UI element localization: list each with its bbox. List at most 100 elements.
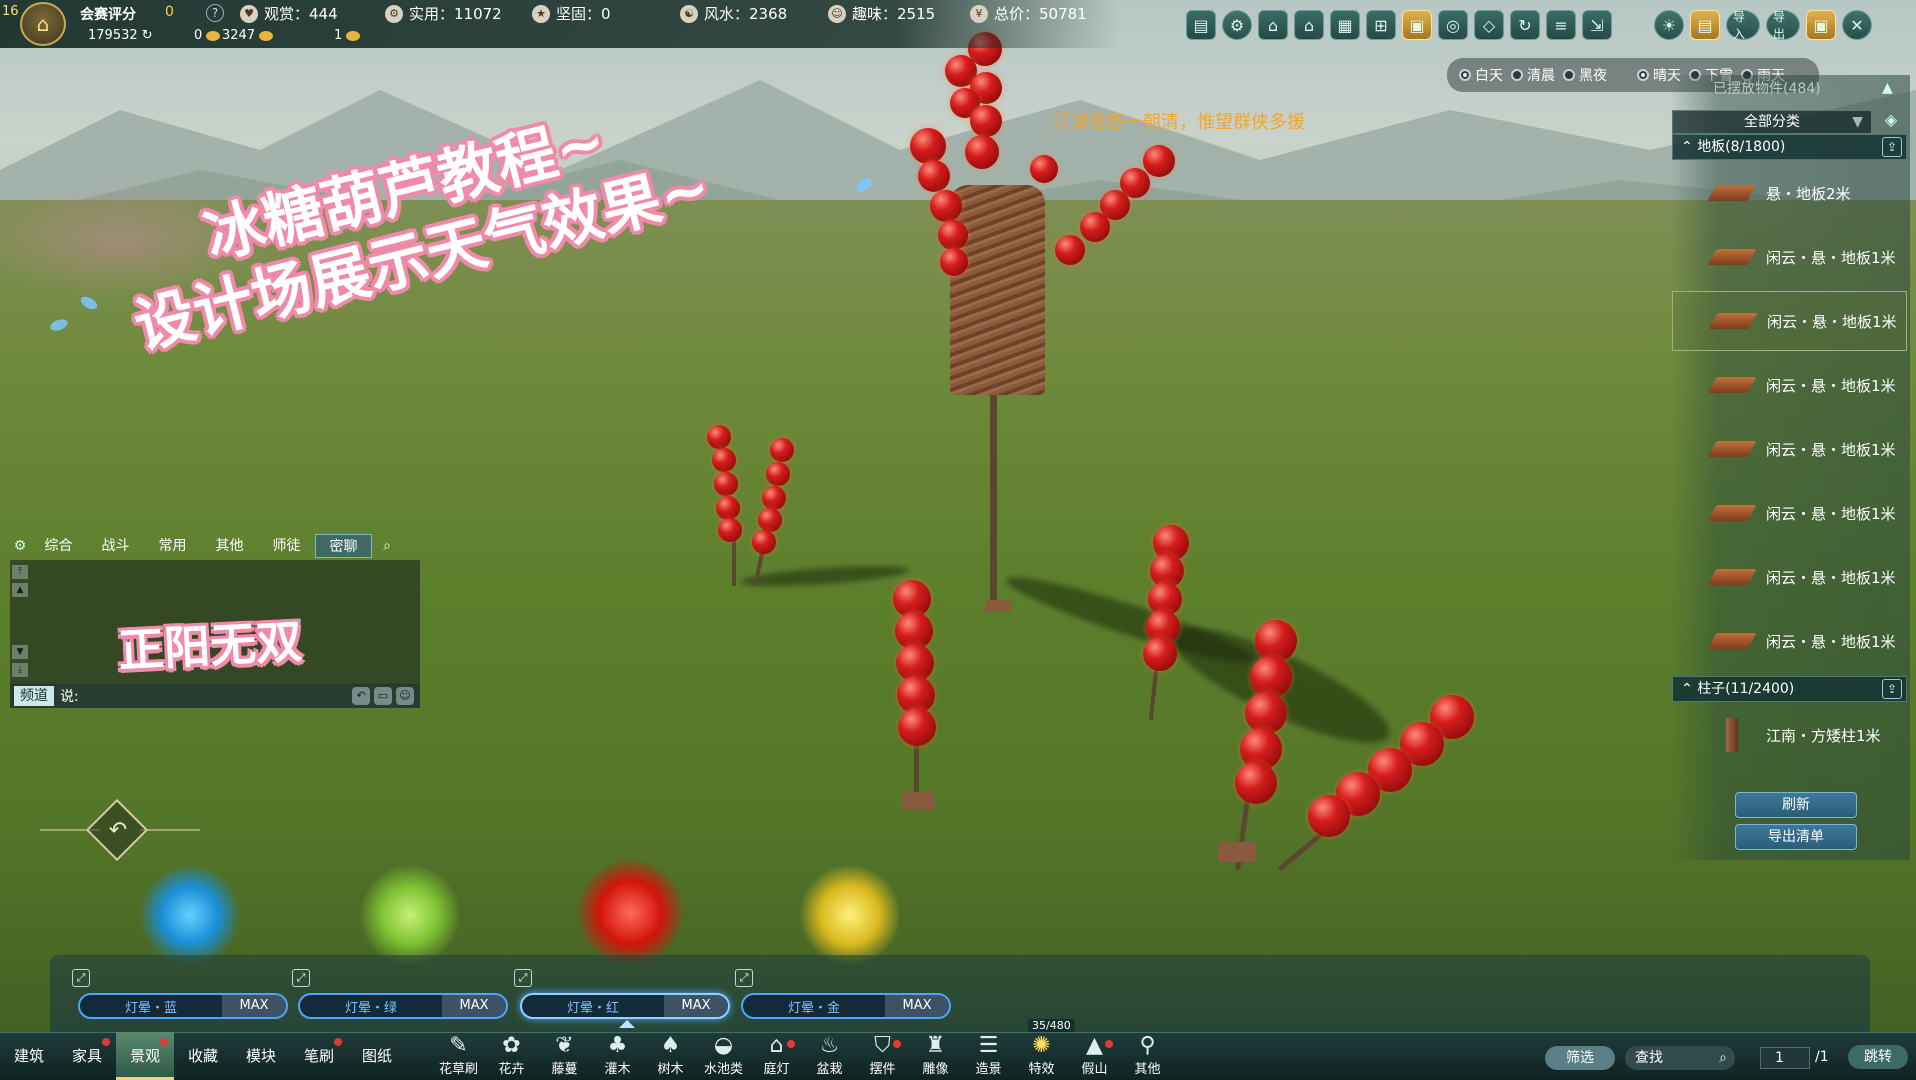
tab-modules[interactable]: 模块	[232, 1032, 290, 1080]
subcat-ponds[interactable]: ◒ 水池类	[697, 1032, 750, 1080]
subcat-trees[interactable]: ♠ 树木	[644, 1032, 697, 1080]
storage-icon[interactable]: ▣	[1402, 10, 1432, 40]
list-item[interactable]: 闲云・悬・地板1米	[1672, 355, 1907, 415]
export-button[interactable]: 导出	[1766, 10, 1800, 41]
house-icon[interactable]: ⌂	[1294, 10, 1324, 40]
exit-icon[interactable]: ⇲	[1582, 10, 1612, 40]
category-select[interactable]: 全部分类 ▼	[1672, 110, 1872, 134]
group-header-floor[interactable]: ⌃ 地板(8/1800) ⇪	[1672, 134, 1907, 160]
keyboard-icon[interactable]: ▭	[374, 687, 392, 705]
subcat-shrubs[interactable]: ♣ 灌木	[591, 1032, 644, 1080]
list-icon[interactable]: ≡	[1546, 10, 1576, 40]
subcat-vines[interactable]: ❦ 藤蔓	[538, 1032, 591, 1080]
upload-icon[interactable]: ⇪	[1882, 137, 1902, 157]
tab-common[interactable]: 常用	[144, 534, 201, 558]
undo-arrow-icon[interactable]: ↶	[104, 817, 132, 845]
tab-landscape[interactable]: 景观	[116, 1032, 174, 1080]
export-list-button[interactable]: 导出清单	[1735, 824, 1857, 850]
emoji-icon[interactable]: ☺	[396, 687, 414, 705]
refresh-button[interactable]: 刷新	[1735, 792, 1857, 818]
group-header-pillar[interactable]: ⌃ 柱子(11/2400) ⇪	[1672, 676, 1907, 702]
camera-icon[interactable]: ◎	[1438, 10, 1468, 40]
edit-icon[interactable]: ⤢	[292, 969, 310, 987]
tab-private[interactable]: 密聊	[315, 534, 372, 558]
light-slot-gold[interactable]: ⤢ 灯晕・金 MAX	[713, 965, 951, 1025]
page-number-input[interactable]: 1	[1760, 1047, 1810, 1069]
channel-button[interactable]: 频道	[14, 686, 54, 706]
scroll-bottom-icon[interactable]: ⤓	[12, 663, 28, 677]
tab-combat[interactable]: 战斗	[87, 534, 144, 558]
vine-icon: ❦	[555, 1033, 574, 1058]
upload-icon[interactable]: ⇪	[1882, 679, 1902, 699]
layers-icon[interactable]: ◈	[1879, 110, 1903, 134]
radio-night[interactable]: 黑夜	[1563, 65, 1607, 85]
scroll-up-icon[interactable]: ▲	[12, 583, 28, 597]
list-item[interactable]: 闲云・悬・地板1米	[1672, 419, 1907, 479]
search-input[interactable]: 查找 ⌕	[1625, 1046, 1735, 1070]
subcat-grass-brush[interactable]: ✎ 花草刷	[432, 1032, 485, 1080]
layout-icon[interactable]: ⊞	[1366, 10, 1396, 40]
subcat-scenery[interactable]: ☰ 造景	[962, 1032, 1015, 1080]
settings-icon[interactable]: ⚙	[1222, 10, 1252, 40]
capacity-counter: 35/480	[1028, 1019, 1075, 1032]
list-item[interactable]: 闲云・悬・地板1米	[1672, 547, 1907, 607]
subcat-ornaments[interactable]: ⛉ 摆件	[856, 1032, 909, 1080]
scroll-top-icon[interactable]: ⤒	[12, 565, 28, 579]
subcat-flowers[interactable]: ✿ 花卉	[485, 1032, 538, 1080]
light-slot-bar[interactable]: 灯晕・蓝 MAX	[78, 993, 288, 1019]
light-slot-bar[interactable]: 灯晕・金 MAX	[741, 993, 951, 1019]
tab-mentor[interactable]: 师徒	[258, 534, 315, 558]
tab-building[interactable]: 建筑	[0, 1032, 58, 1080]
grid-icon[interactable]: ▦	[1330, 10, 1360, 40]
tab-favorites[interactable]: 收藏	[174, 1032, 232, 1080]
blueprint-icon[interactable]: ▤	[1186, 10, 1216, 40]
weather-sun-icon[interactable]: ☀	[1654, 10, 1684, 40]
shell-icon: ◒	[713, 1033, 734, 1058]
import-button[interactable]: 导入	[1726, 10, 1760, 41]
chevron-up-icon[interactable]: ▲	[1882, 80, 1893, 96]
refresh-icon[interactable]: ↻	[1510, 10, 1540, 40]
save-icon[interactable]: ▣	[1806, 10, 1836, 40]
help-icon[interactable]: ?	[206, 4, 224, 22]
list-item[interactable]: 悬・地板2米	[1672, 163, 1907, 223]
subcat-rockery[interactable]: ▲ 假山	[1068, 1032, 1121, 1080]
close-icon[interactable]: ✕	[1842, 10, 1872, 40]
light-slot-bar[interactable]: 灯晕・绿 MAX	[298, 993, 508, 1019]
list-item[interactable]: 闲云・悬・地板1米	[1672, 483, 1907, 543]
undo-icon[interactable]: ↶	[352, 687, 370, 705]
edit-icon[interactable]: ⤢	[514, 969, 532, 987]
list-item-selected[interactable]: 闲云・悬・地板1米	[1672, 291, 1907, 351]
rotate-icon[interactable]: ◇	[1474, 10, 1504, 40]
subcat-other[interactable]: ⚲ 其他	[1121, 1032, 1174, 1080]
list-item[interactable]: 闲云・悬・地板1米	[1672, 227, 1907, 287]
tab-furniture[interactable]: 家具	[58, 1032, 116, 1080]
subcat-lamps[interactable]: ⌂ 庭灯	[750, 1032, 803, 1080]
light-slot-red[interactable]: ⤢ 灯晕・红 MAX	[492, 965, 730, 1028]
tab-general[interactable]: 综合	[30, 534, 87, 558]
filter-button[interactable]: 筛选	[1545, 1046, 1615, 1070]
subcat-bonsai[interactable]: ♨ 盆栽	[803, 1032, 856, 1080]
house-emblem-icon[interactable]: ⌂	[20, 2, 66, 46]
light-slot-blue[interactable]: ⤢ 灯晕・蓝 MAX	[50, 965, 288, 1025]
list-item[interactable]: 江南・方矮柱1米	[1672, 705, 1907, 765]
radio-dawn[interactable]: 清晨	[1511, 65, 1555, 85]
tab-blueprints[interactable]: 图纸	[348, 1032, 406, 1080]
chat-input[interactable]: 频道 说: ↶ ▭ ☺	[10, 684, 420, 708]
edit-icon[interactable]: ⤢	[735, 969, 753, 987]
notes-icon[interactable]: ▤	[1690, 10, 1720, 40]
subcat-effects[interactable]: ✺ 特效	[1015, 1032, 1068, 1080]
tab-other[interactable]: 其他	[201, 534, 258, 558]
light-slot-bar[interactable]: 灯晕・红 MAX	[520, 993, 730, 1019]
jump-button[interactable]: 跳转	[1848, 1045, 1908, 1069]
light-slot-green[interactable]: ⤢ 灯晕・绿 MAX	[270, 965, 508, 1025]
scroll-down-icon[interactable]: ▼	[12, 645, 28, 659]
list-item[interactable]: 闲云・悬・地板1米	[1672, 611, 1907, 671]
search-icon[interactable]: ⌕	[372, 534, 402, 558]
tab-brushes[interactable]: 笔刷	[290, 1032, 348, 1080]
home-icon[interactable]: ⌂	[1258, 10, 1288, 40]
edit-icon[interactable]: ⤢	[72, 969, 90, 987]
subcat-statues[interactable]: ♜ 雕像	[909, 1032, 962, 1080]
search-icon[interactable]: ⌕	[1719, 1046, 1727, 1070]
chat-settings-icon[interactable]: ⚙	[10, 534, 30, 558]
radio-daytime[interactable]: 白天	[1459, 65, 1503, 85]
